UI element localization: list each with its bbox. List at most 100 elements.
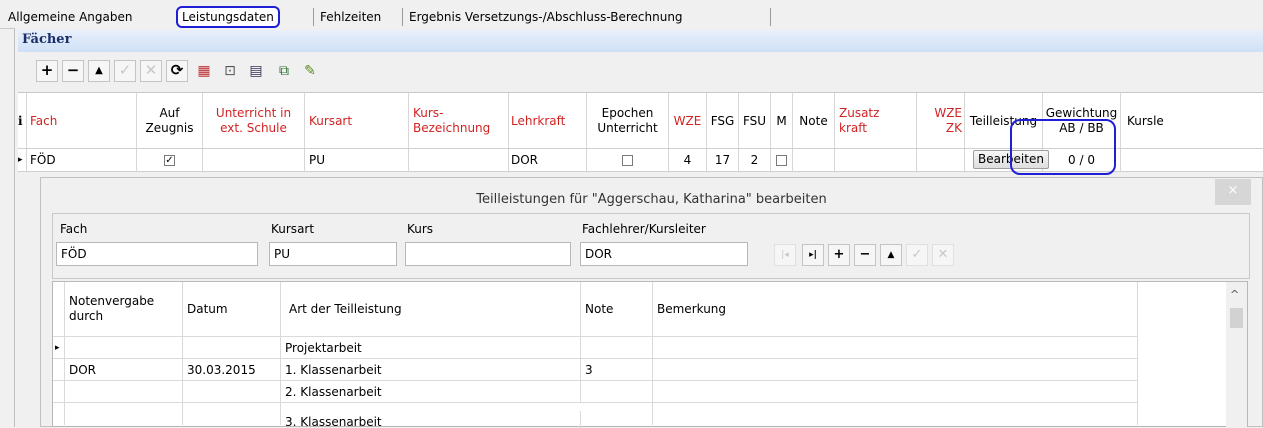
scroll-up-icon[interactable]: ^: [1230, 288, 1239, 301]
export-icon[interactable]: ▦: [194, 61, 214, 81]
close-icon[interactable]: ×: [1215, 179, 1251, 205]
table-row[interactable]: ▸ Projektarbeit: [53, 336, 1138, 359]
col-kurs-bezeichnung[interactable]: Kurs- Bezeichnung: [409, 93, 509, 149]
col-fsu[interactable]: FSU: [739, 93, 771, 149]
add-button[interactable]: +: [36, 60, 58, 82]
cell-kursleiter[interactable]: [1121, 149, 1263, 171]
col-kursleiter[interactable]: Kursle: [1121, 93, 1263, 149]
cancel-button[interactable]: ✕: [140, 60, 162, 82]
scroll-thumb[interactable]: [1230, 308, 1243, 328]
cell-wze[interactable]: 4: [669, 149, 707, 171]
cell-art[interactable]: Projektarbeit: [281, 337, 581, 359]
cell-note[interactable]: [793, 149, 835, 171]
cell-datum[interactable]: [183, 381, 281, 403]
col-wze[interactable]: WZE: [669, 93, 707, 149]
copy-icon[interactable]: ⧉: [274, 61, 294, 81]
cell-datum[interactable]: [183, 337, 281, 359]
col-auf-zeugnis[interactable]: Auf Zeugnis: [137, 93, 203, 149]
first-record-button[interactable]: |◂: [774, 244, 796, 266]
dialog-confirm-button[interactable]: ✓: [906, 244, 928, 266]
cell-durch[interactable]: DOR: [65, 359, 183, 381]
epochen-checkbox[interactable]: [622, 155, 633, 166]
toolbar: + − ▲ ✓ ✕ ⟳ ▦ ⊡ ▤ ⧉ ✎: [18, 52, 1263, 92]
table-row[interactable]: DOR 30.03.2015 1. Klassenarbeit 3: [53, 358, 1138, 381]
edit-pencil-icon[interactable]: ✎: [300, 61, 320, 81]
teilleistung-highlight: [1010, 119, 1116, 175]
dialog-cancel-button[interactable]: ✕: [932, 244, 954, 266]
fach-field[interactable]: FÖD: [56, 242, 258, 266]
cell-m[interactable]: [771, 149, 793, 171]
cell-durch[interactable]: [65, 403, 183, 425]
cell-zusatzkraft[interactable]: [835, 149, 917, 171]
tab-allgemeine-angaben[interactable]: Allgemeine Angaben: [4, 8, 136, 26]
cell-fsg[interactable]: 17: [707, 149, 739, 171]
remove-button[interactable]: −: [62, 60, 84, 82]
m-checkbox[interactable]: [776, 155, 787, 166]
section-title: Fächer: [18, 30, 1263, 52]
tab-ergebnis[interactable]: Ergebnis Versetzungs-/Abschluss-Berechnu…: [405, 8, 687, 26]
table-row[interactable]: 2. Klassenarbeit: [53, 380, 1138, 403]
dialog-up-button[interactable]: ▲: [880, 244, 902, 266]
col-datum[interactable]: Datum: [183, 282, 281, 336]
search-table-icon[interactable]: ⊡: [220, 61, 240, 81]
confirm-button[interactable]: ✓: [114, 60, 136, 82]
kurs-field[interactable]: [405, 242, 571, 266]
cell-wze-zk[interactable]: [917, 149, 965, 171]
col-kursart[interactable]: Kursart: [305, 93, 409, 149]
cell-unterricht-ext[interactable]: [203, 149, 305, 171]
cell-art[interactable]: 1. Klassenarbeit: [281, 359, 581, 381]
col-bemerkung[interactable]: Bemerkung: [653, 282, 1138, 336]
cell-durch[interactable]: [65, 381, 183, 403]
info-icon[interactable]: i: [18, 93, 27, 149]
cell-datum[interactable]: 30.03.2015: [183, 359, 281, 381]
tab-leistungsdaten[interactable]: Leistungsdaten: [176, 6, 280, 28]
cell-bemerkung[interactable]: [653, 359, 1138, 381]
cell-datum[interactable]: [183, 403, 281, 425]
cell-kursart[interactable]: PU: [305, 149, 409, 171]
cell-note[interactable]: 3: [581, 359, 653, 381]
tab-fehlzeiten[interactable]: Fehlzeiten: [316, 8, 385, 26]
col-note[interactable]: Note: [793, 93, 835, 149]
col-note-teilleistung[interactable]: Note: [581, 282, 653, 336]
zeugnis-checkbox[interactable]: ✓: [164, 155, 175, 166]
last-record-button[interactable]: ▸|: [802, 244, 824, 266]
table-row[interactable]: 3. Klassenarbeit: [53, 402, 1138, 428]
col-fach[interactable]: Fach: [27, 93, 137, 149]
cell-bemerkung[interactable]: [653, 337, 1138, 359]
col-zusatzkraft[interactable]: Zusatz kraft: [835, 93, 917, 149]
refresh-button[interactable]: ⟳: [166, 60, 188, 82]
cell-note[interactable]: [581, 381, 653, 403]
cell-lehrkraft[interactable]: DOR: [509, 149, 587, 171]
dialog-remove-button[interactable]: −: [854, 244, 876, 266]
col-notenvergabe[interactable]: Notenvergabe durch: [65, 282, 183, 336]
cell-fsu[interactable]: 2: [739, 149, 771, 171]
cell-art[interactable]: 3. Klassenarbeit: [281, 411, 581, 428]
cell-bemerkung[interactable]: [653, 381, 1138, 403]
col-epochen[interactable]: Epochen Unterricht: [587, 93, 669, 149]
move-up-button[interactable]: ▲: [88, 60, 110, 82]
col-wze-zk[interactable]: WZE ZK: [917, 93, 965, 149]
row-indicator: [53, 403, 65, 425]
col-m[interactable]: M: [771, 93, 793, 149]
vertical-scrollbar[interactable]: ^: [1226, 282, 1247, 427]
kursart-label: Kursart: [271, 222, 315, 236]
kursart-field[interactable]: PU: [269, 242, 397, 266]
cell-fach[interactable]: FÖD: [27, 149, 137, 171]
fachlehrer-field[interactable]: DOR: [580, 242, 748, 266]
cell-kurs-bezeichnung[interactable]: [409, 149, 509, 171]
col-art-der-teilleistung[interactable]: Art der Teilleistung: [281, 282, 581, 336]
cell-durch[interactable]: [65, 337, 183, 359]
cell-note[interactable]: [581, 403, 653, 425]
cell-note[interactable]: [581, 337, 653, 359]
cell-epochen[interactable]: [587, 149, 669, 171]
col-lehrkraft[interactable]: Lehrkraft: [509, 93, 587, 149]
table-settings-icon[interactable]: ▤: [246, 61, 266, 81]
dialog-add-button[interactable]: +: [828, 244, 850, 266]
cell-bemerkung[interactable]: [653, 403, 1138, 425]
col-fsg[interactable]: FSG: [707, 93, 739, 149]
cell-auf-zeugnis[interactable]: ✓: [137, 149, 203, 171]
fachlehrer-label: Fachlehrer/Kursleiter: [582, 222, 706, 236]
row-indicator: [53, 381, 65, 403]
col-unterricht-ext[interactable]: Unterricht in ext. Schule: [203, 93, 305, 149]
cell-art[interactable]: 2. Klassenarbeit: [281, 381, 581, 403]
